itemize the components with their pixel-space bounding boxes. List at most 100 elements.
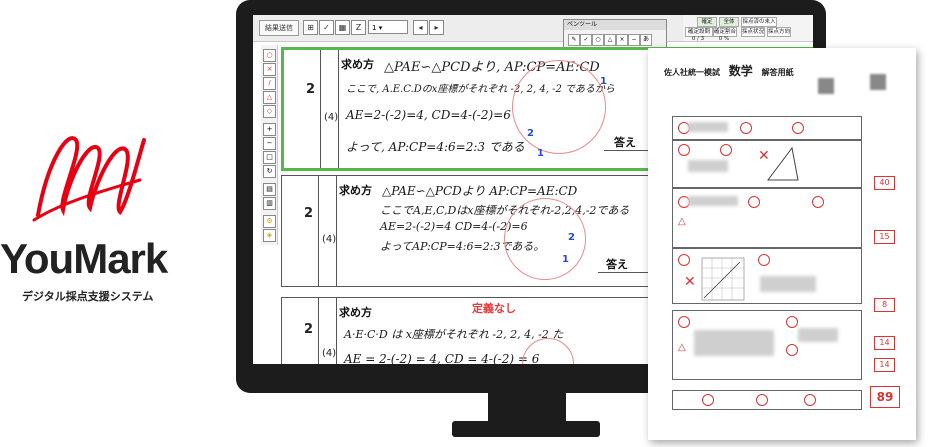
blue-mark: 2 <box>568 232 575 243</box>
brand-tagline: デジタル採点支援システム <box>22 290 154 303</box>
score-circle <box>678 316 690 328</box>
method-label: 求め方 <box>341 58 374 71</box>
score-circle <box>678 254 690 266</box>
blurred-text <box>688 160 728 172</box>
thumb-icon[interactable]: ✓ <box>319 20 334 35</box>
minus-icon[interactable]: − <box>628 34 640 46</box>
question-number: 2 <box>304 206 314 221</box>
sheet-type: 解答用紙 <box>761 68 794 77</box>
sub-question-number: (4) <box>324 112 339 123</box>
method-label: 求め方 <box>339 306 372 319</box>
info-label: 採点方向 <box>767 27 791 37</box>
settings-icon[interactable]: ⚙ <box>263 215 276 228</box>
method-label: 求め方 <box>339 184 372 197</box>
youmark-logo: YouMark デジタル採点支援システム <box>0 120 200 303</box>
blue-mark: 1 <box>562 254 569 265</box>
brand-name: YouMark <box>0 235 168 282</box>
cross-mark-icon: ✕ <box>684 274 696 290</box>
blue-mark: 1 <box>537 148 544 159</box>
score-circle <box>804 394 816 406</box>
sub-question-number: (4) <box>322 348 337 359</box>
info-value: 0 % <box>718 36 730 42</box>
zoom-out-icon[interactable]: − <box>263 137 276 150</box>
graph-figure <box>701 257 745 301</box>
triangle-tool-icon[interactable]: △ <box>263 91 276 104</box>
cross-tool-icon[interactable]: × <box>263 63 276 76</box>
score-box: 8 <box>874 298 895 312</box>
check-icon[interactable]: ✓ <box>580 34 592 46</box>
rotate-icon[interactable]: ↻ <box>263 165 276 178</box>
blurred-text <box>760 276 816 292</box>
sub-question-number: (4) <box>322 234 337 245</box>
handwritten-line-1: A·E·C·D は x座標がそれぞれ -2, 2, 4, -2 た <box>344 328 564 341</box>
tool-strip: ○ × / △ ◇ + − □ ↻ ▤ ▥ ⚙ ◈ <box>261 45 278 245</box>
sheet-subject: 数学 <box>728 64 753 78</box>
info-label: 採点済の未入 <box>741 17 777 27</box>
answer-label: 答え <box>606 258 628 271</box>
divider <box>336 176 337 286</box>
blue-mark: 1 <box>600 76 607 87</box>
question-number: 2 <box>304 322 314 337</box>
triangle-icon[interactable]: △ <box>604 34 616 46</box>
score-circle <box>786 344 798 356</box>
handwritten-line-2: ここでA,E,C,Dはx座標がそれぞれ-2,2,4,-2である <box>380 204 630 217</box>
cross-icon[interactable]: × <box>616 34 628 46</box>
total-score: 89 <box>870 386 900 408</box>
slash-tool-icon[interactable]: / <box>263 77 276 90</box>
qr-code-icon <box>870 74 886 90</box>
score-circle <box>786 316 798 328</box>
score-circle <box>720 144 732 156</box>
circle-icon[interactable]: ○ <box>592 34 604 46</box>
score-circle <box>702 394 714 406</box>
blue-mark: 2 <box>527 128 534 139</box>
grid-icon[interactable]: ▦ <box>335 20 350 35</box>
handwritten-line-2: AE = 2-(-2) = 4, CD = 4-(-2) = 6 <box>344 352 540 364</box>
note-icon[interactable]: ▤ <box>263 183 276 196</box>
blurred-text <box>688 196 738 206</box>
answer-sheet: 佐人社統一模試 数学 解答用紙 ✕ ✕ △ △ 40 15 8 14 14 89 <box>648 48 916 440</box>
blurred-text <box>694 330 774 356</box>
filter-icon[interactable]: ⊞ <box>303 20 318 35</box>
handwritten-line-4: よって, AP:CP=4:6=2:3 である <box>346 140 525 154</box>
score-circle <box>792 122 804 134</box>
next-icon[interactable]: ▸ <box>429 20 444 35</box>
eraser-icon[interactable]: ◈ <box>263 229 276 242</box>
score-circle <box>748 196 760 208</box>
sheet-header: 佐人社統一模試 <box>664 68 720 77</box>
sheet-title: 佐人社統一模試 数学 解答用紙 <box>664 62 794 79</box>
score-circle <box>756 394 768 406</box>
diamond-tool-icon[interactable]: ◇ <box>263 105 276 118</box>
pen-icon[interactable]: ✎ <box>568 34 580 46</box>
highlight-icon[interactable]: ▥ <box>263 197 276 210</box>
grading-circle-mark <box>512 60 606 154</box>
score-circle <box>678 144 690 156</box>
prev-icon[interactable]: ◂ <box>413 20 428 35</box>
circle-tool-icon[interactable]: ○ <box>263 49 276 62</box>
palette-title: ペンツール <box>564 20 666 30</box>
divider <box>318 298 319 364</box>
divider <box>318 176 319 286</box>
blurred-text <box>688 122 728 132</box>
divider <box>336 298 337 364</box>
logo-swirl-icon <box>32 136 146 222</box>
sort-icon[interactable]: Z <box>351 20 366 35</box>
triangle-mark-icon: △ <box>678 216 686 227</box>
zoom-in-icon[interactable]: + <box>263 123 276 136</box>
page-select[interactable]: 1 ▾ <box>368 20 408 34</box>
status-info: 確定 全体 採点済の未入 確定設問 確定割合 採点状況 採点方向 0 / 3 0… <box>683 15 813 42</box>
stamp-icon[interactable]: あ <box>640 34 652 46</box>
score-box: 14 <box>874 336 895 350</box>
send-result-button[interactable]: 結果送信 <box>259 20 299 36</box>
handwritten-line-1: △PAE∽△PCDより AP:CP=AE:CD <box>382 184 578 198</box>
score-circle <box>812 196 824 208</box>
fit-icon[interactable]: □ <box>263 151 276 164</box>
qr-code-icon <box>818 78 834 94</box>
info-label: 確定 <box>697 17 717 27</box>
answer-label: 答え <box>614 136 636 149</box>
monitor-stand-base <box>452 421 600 437</box>
info-label: 採点状況 <box>741 27 765 37</box>
divider <box>338 50 339 168</box>
page-select-value: 1 <box>372 24 377 32</box>
triangle-mark-icon: △ <box>678 342 686 353</box>
score-box: 14 <box>874 358 895 372</box>
